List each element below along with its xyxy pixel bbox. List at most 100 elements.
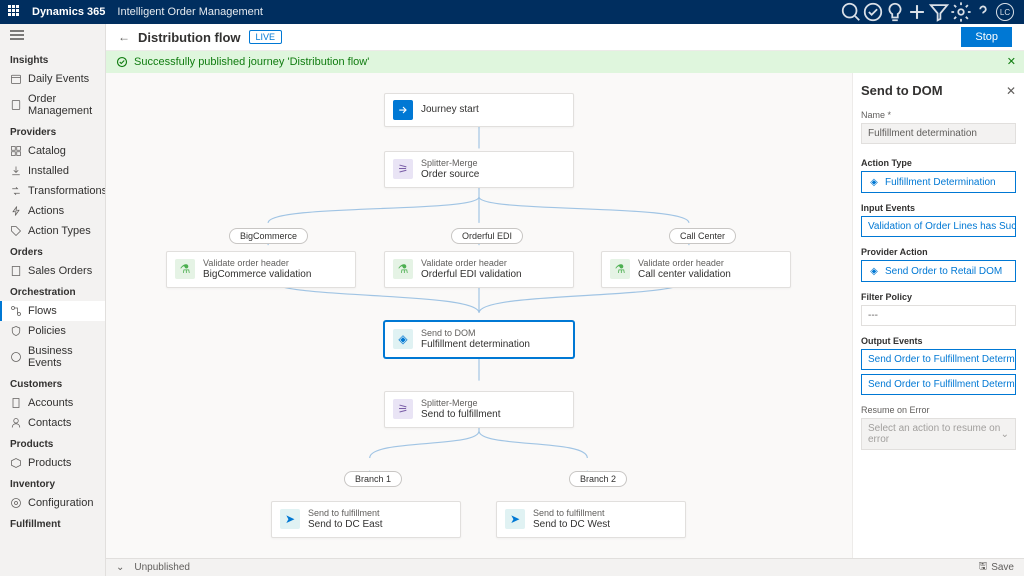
sidebar-item-flows[interactable]: Flows — [0, 301, 105, 321]
node-send-dc-west[interactable]: ➤ Send to fulfillmentSend to DC West — [496, 501, 686, 538]
provider-action-value[interactable]: ◈Send Order to Retail DOM — [861, 260, 1016, 282]
sidebar-item-order-mgmt[interactable]: Order Management — [0, 89, 105, 121]
sidebar-item-contacts[interactable]: Contacts — [0, 413, 105, 433]
pill-branch-1[interactable]: Branch 1 — [344, 471, 402, 487]
flask-icon: ⚗ — [610, 259, 630, 279]
sidebar-item-products[interactable]: Products — [0, 453, 105, 473]
sidebar-item-actions[interactable]: Actions — [0, 201, 105, 221]
flask-icon: ⚗ — [393, 259, 413, 279]
sidebar-section: Orders — [0, 241, 105, 261]
flask-icon: ⚗ — [175, 259, 195, 279]
gear-icon[interactable] — [950, 0, 972, 24]
status-bar: ⌄ Unpublished 🖫 Save — [106, 558, 1024, 576]
sidebar-section: Customers — [0, 373, 105, 393]
node-title: Orderful EDI validation — [421, 269, 522, 281]
sidebar-item-transformations[interactable]: Transformations — [0, 181, 105, 201]
node-send-to-dom[interactable]: ◈ Send to DOMFulfillment determination — [384, 321, 574, 358]
node-order-source[interactable]: ⚞ Splitter-MergeOrder source — [384, 151, 574, 188]
person-icon — [10, 417, 22, 429]
send-icon: ➤ — [505, 509, 525, 529]
sidebar-item-configuration[interactable]: Configuration — [0, 493, 105, 513]
node-edi-validation[interactable]: ⚗ Validate order headerOrderful EDI vali… — [384, 251, 574, 288]
panel-title: Send to DOM — [861, 83, 943, 98]
app-launcher-icon[interactable] — [8, 5, 22, 19]
pill-bigcommerce[interactable]: BigCommerce — [229, 228, 308, 244]
add-icon[interactable] — [906, 0, 928, 24]
avatar[interactable]: LC — [994, 0, 1016, 24]
hamburger-icon[interactable] — [0, 24, 105, 49]
pill-branch-2[interactable]: Branch 2 — [569, 471, 627, 487]
save-icon[interactable]: 🖫 — [979, 559, 988, 576]
sidebar-item-label: Accounts — [28, 397, 73, 409]
sidebar-item-sales-orders[interactable]: Sales Orders — [0, 261, 105, 281]
save-label[interactable]: Save — [991, 562, 1014, 573]
node-subtitle: Send to fulfillment — [308, 508, 382, 519]
back-icon[interactable]: ← — [118, 30, 130, 44]
live-badge: LIVE — [249, 30, 283, 44]
sidebar-item-catalog[interactable]: Catalog — [0, 141, 105, 161]
page: ← Distribution flow LIVE Stop Successful… — [106, 24, 1024, 576]
select-placeholder: Select an action to resume on error — [868, 423, 1001, 445]
page-header: ← Distribution flow LIVE Stop — [106, 24, 1024, 51]
banner-message: Successfully published journey 'Distribu… — [134, 56, 369, 68]
node-journey-start[interactable]: Journey start — [384, 93, 574, 127]
box-icon — [10, 457, 22, 469]
sidebar-item-accounts[interactable]: Accounts — [0, 393, 105, 413]
pill-orderful-edi[interactable]: Orderful EDI — [451, 228, 523, 244]
node-subtitle: Validate order header — [203, 258, 311, 269]
sidebar-item-daily-events[interactable]: Daily Events — [0, 69, 105, 89]
help-icon[interactable] — [972, 0, 994, 24]
sidebar-item-installed[interactable]: Installed — [0, 161, 105, 181]
field-label: Filter Policy — [861, 292, 1016, 302]
document-icon — [10, 265, 22, 277]
banner-close-icon[interactable]: ✕ — [1007, 55, 1016, 68]
sidebar-item-label: Installed — [28, 165, 69, 177]
node-bigcommerce-validation[interactable]: ⚗ Validate order headerBigCommerce valid… — [166, 251, 356, 288]
sidebar-item-label: Configuration — [28, 497, 93, 509]
sidebar-item-label: Transformations — [28, 185, 106, 197]
sidebar-item-label: Actions — [28, 205, 64, 217]
node-title: Send to fulfillment — [421, 409, 501, 421]
sidebar-item-label: Sales Orders — [28, 265, 92, 277]
field-label: Input Events — [861, 203, 1016, 213]
building-icon — [10, 397, 22, 409]
sidebar-item-action-types[interactable]: Action Types — [0, 221, 105, 241]
bulb-icon[interactable] — [884, 0, 906, 24]
node-send-dc-east[interactable]: ➤ Send to fulfillmentSend to DC East — [271, 501, 461, 538]
search-icon[interactable] — [840, 0, 862, 24]
page-title: Distribution flow — [138, 30, 241, 45]
sidebar: Insights Daily Events Order Management P… — [0, 24, 106, 576]
filter-policy-value[interactable]: --- — [861, 305, 1016, 326]
task-icon[interactable] — [862, 0, 884, 24]
sidebar-item-label: Products — [28, 457, 71, 469]
properties-panel: Send to DOM ✕ Name * Action Type ◈Fulfil… — [852, 73, 1024, 576]
flow-canvas[interactable]: Journey start ⚞ Splitter-MergeOrder sour… — [106, 73, 852, 576]
sidebar-section: Insights — [0, 49, 105, 69]
node-subtitle: Splitter-Merge — [421, 398, 501, 409]
node-send-to-fulfillment[interactable]: ⚞ Splitter-MergeSend to fulfillment — [384, 391, 574, 428]
node-subtitle: Send to DOM — [421, 328, 530, 339]
sidebar-item-policies[interactable]: Policies — [0, 321, 105, 341]
status-text: Unpublished — [134, 562, 190, 573]
sidebar-item-business-events[interactable]: Business Events — [0, 341, 105, 373]
sidebar-item-label: Contacts — [28, 417, 71, 429]
resume-select[interactable]: Select an action to resume on error ⌄ — [861, 418, 1016, 450]
panel-close-icon[interactable]: ✕ — [1006, 84, 1016, 98]
action-type-value[interactable]: ◈Fulfillment Determination — [861, 171, 1016, 193]
pill-call-center[interactable]: Call Center — [669, 228, 736, 244]
input-event-value[interactable]: Validation of Order Lines has Succeeded — [861, 216, 1016, 237]
field-label: Output Events — [861, 336, 1016, 346]
chevron-down-icon[interactable]: ⌄ — [116, 562, 124, 573]
output-event-value[interactable]: Send Order to Fulfillment Determination … — [861, 374, 1016, 395]
splitter-icon: ⚞ — [393, 159, 413, 179]
stop-button[interactable]: Stop — [961, 27, 1012, 47]
node-call-center-validation[interactable]: ⚗ Validate order headerCall center valid… — [601, 251, 791, 288]
filter-icon[interactable] — [928, 0, 950, 24]
name-input[interactable] — [861, 123, 1016, 144]
output-event-value[interactable]: Send Order to Fulfillment Determination … — [861, 349, 1016, 370]
sidebar-item-label: Catalog — [28, 145, 66, 157]
download-icon — [10, 165, 22, 177]
node-title: Fulfillment determination — [421, 339, 530, 351]
field-label: Provider Action — [861, 247, 1016, 257]
calendar-icon — [10, 73, 22, 85]
